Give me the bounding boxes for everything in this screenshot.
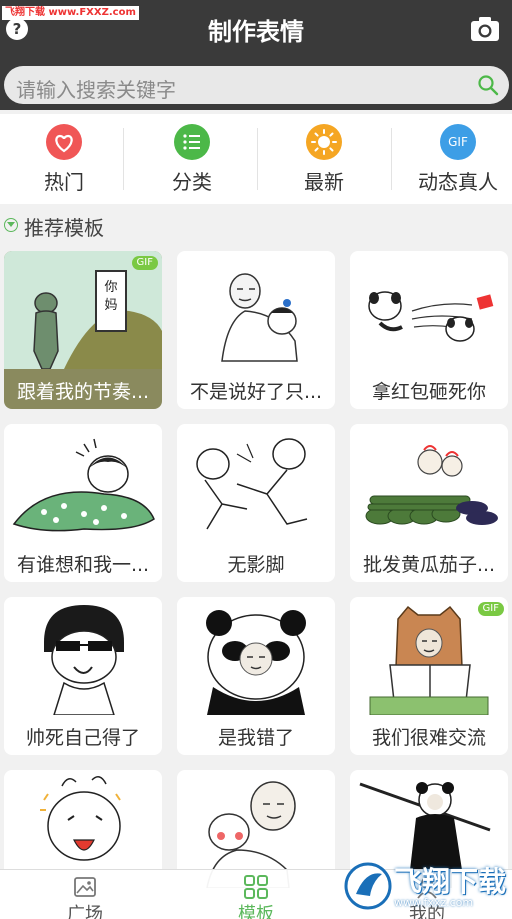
tab-templates[interactable]: 模板	[171, 870, 341, 919]
template-caption: 跟着我的节奏...	[16, 381, 150, 403]
brand-text: 飞翔下载	[394, 865, 507, 898]
template-caption: 我们很难交流	[371, 727, 486, 749]
template-caption: 批发黄瓜茄子...	[362, 554, 496, 576]
app-header: ? 飞翔下载 www.FXXZ.com 制作表情	[0, 0, 512, 60]
tombstone-text-1: 你	[104, 280, 117, 295]
template-caption: 无影脚	[227, 554, 285, 576]
category-hot[interactable]: 热门	[0, 114, 128, 204]
template-image	[206, 610, 306, 715]
chevron-down-icon	[4, 218, 18, 232]
category-label: 动态真人	[418, 170, 498, 194]
template-caption: 是我错了	[217, 727, 294, 749]
brand-url: www.fxxz.com	[394, 896, 474, 909]
template-image	[12, 438, 155, 532]
template-card[interactable]: 帅死自己得了	[4, 597, 162, 755]
search-bar-area: 请输入搜索关键字	[0, 60, 512, 110]
category-new[interactable]: 最新	[260, 114, 388, 204]
tab-square[interactable]: 广场	[0, 870, 170, 919]
template-card[interactable]: 无影脚	[177, 424, 335, 582]
category-label: 热门	[44, 170, 84, 194]
search-placeholder: 请输入搜索关键字	[16, 78, 176, 102]
template-card[interactable]: 是我错了	[177, 597, 335, 755]
section-title: 推荐模板	[24, 216, 104, 240]
template-caption: 有谁想和我一...	[16, 554, 150, 576]
camera-icon[interactable]	[470, 16, 500, 42]
template-caption: 不是说好了只...	[189, 381, 323, 403]
gif-badge: GIF	[131, 256, 158, 270]
template-image	[196, 438, 308, 530]
category-label: 分类	[172, 170, 212, 194]
template-image	[368, 291, 494, 342]
template-image	[44, 605, 124, 715]
category-label: 最新	[304, 170, 344, 194]
category-live[interactable]: GIF 动态真人	[394, 114, 512, 204]
tab-label: 广场	[67, 904, 103, 919]
template-card[interactable]: 有谁想和我一...	[4, 424, 162, 582]
list-icon	[174, 124, 210, 160]
tombstone-text-2: 妈	[104, 298, 117, 313]
template-card[interactable]: 拿红包砸死你	[350, 251, 508, 409]
template-card[interactable]: 你 妈 GIF 跟着我的节奏...	[4, 251, 162, 409]
search-input[interactable]: 请输入搜索关键字	[4, 66, 509, 104]
template-image	[221, 273, 298, 362]
picture-icon	[74, 877, 96, 897]
category-sort[interactable]: 分类	[128, 114, 256, 204]
sun-icon	[306, 124, 342, 160]
gif-icon: GIF	[440, 124, 476, 160]
search-icon[interactable]	[477, 74, 499, 96]
template-card[interactable]: GIF 我们很难交流	[350, 597, 508, 755]
page-title: 制作表情	[208, 18, 304, 46]
category-bar: 热门 分类 最新 GIF 动态真人	[0, 114, 512, 204]
template-card[interactable]: 批发黄瓜茄子...	[350, 424, 508, 582]
tab-label: 模板	[238, 904, 274, 919]
grid-icon	[244, 875, 268, 899]
template-caption: 帅死自己得了	[25, 727, 140, 749]
brand-logo-icon	[344, 862, 392, 910]
heart-icon	[46, 124, 82, 160]
template-card[interactable]: 不是说好了只...	[177, 251, 335, 409]
brand-watermark: 飞翔下载 www.fxxz.com	[344, 858, 507, 914]
gif-badge: GIF	[477, 602, 504, 616]
template-image	[365, 445, 498, 525]
template-caption: 拿红包砸死你	[371, 381, 486, 403]
